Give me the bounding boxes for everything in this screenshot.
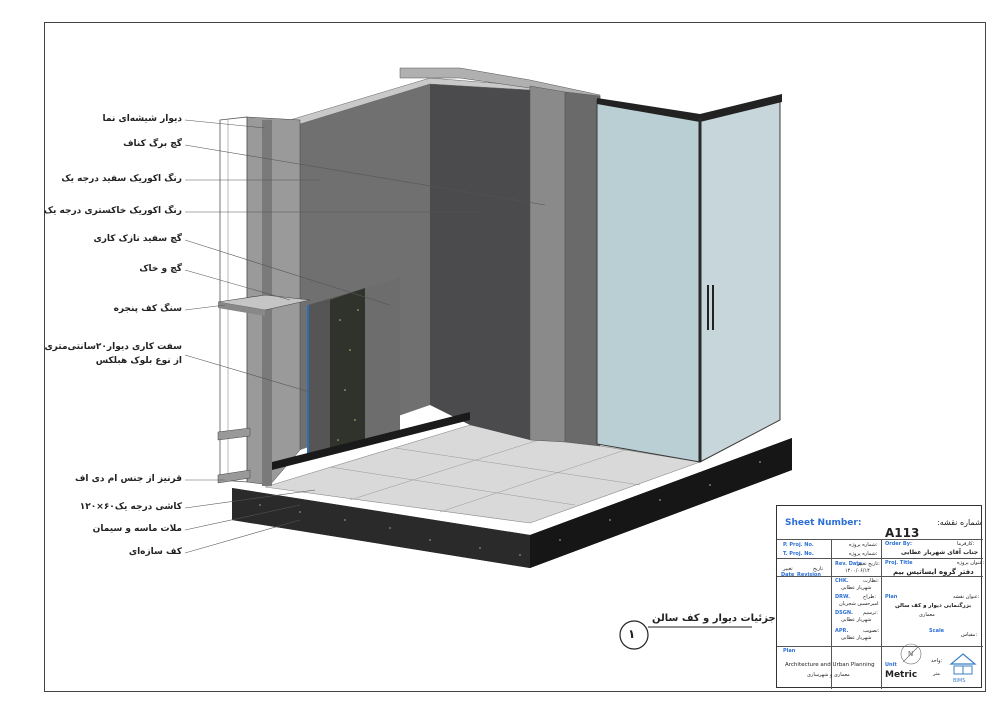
plan-title: بزرگنمایی دیوار و کف سالن	[895, 603, 972, 609]
unit-fa: واحد:	[931, 658, 943, 664]
chk-name: شهریار عطایی	[841, 585, 872, 591]
sheet-number-value: A113	[885, 526, 920, 540]
dsgn-fa: ترسیم:	[863, 610, 878, 616]
callout-grey-paint: رنگ اکوریک خاکستری درجه یک	[43, 206, 182, 216]
callout-block-wall: سفت کاری دیوار۲۰سانتی‌متری	[44, 342, 182, 352]
p-proj-no-label: P. Proj. No.	[783, 542, 814, 548]
north-arrow-icon: N	[900, 643, 922, 665]
date-label: Date	[781, 572, 795, 578]
proj-title-label: Proj. Title	[885, 560, 913, 566]
callout-mdf-baseboard: قرنیز از جنس ام دی اف	[74, 474, 182, 484]
plan-label-2: Plan	[783, 648, 796, 654]
sheet-number-label: Sheet Number:	[785, 518, 862, 528]
order-by-label: Order By:	[885, 541, 912, 547]
dsgn-label: DSGN.	[835, 610, 853, 616]
unit-fa-2: متر	[933, 671, 940, 677]
callout-window-sill: سنگ کف پنجره	[113, 304, 182, 314]
callout-knauf-board: گچ برگ کناف	[123, 139, 182, 149]
client-name: جناب آقای شهریار عطایی	[901, 549, 979, 556]
proj-title: دفتر گروه ایساتیس بیم	[893, 568, 974, 576]
sheet-number-fa: شماره نقشه:	[937, 518, 982, 527]
unit-value: Metric	[885, 670, 918, 680]
scale-label: Scale	[929, 628, 945, 634]
callout-glass-facade: دیوار شیشه‌ای نما	[102, 114, 182, 124]
discipline: معماری	[919, 612, 935, 618]
t-proj-no-label: T. Proj. No.	[783, 551, 814, 557]
drw-label: DRW.	[835, 594, 851, 600]
t-proj-no-fa: شماره پروژه:	[849, 551, 878, 557]
order-by-fa: کارفرما:	[957, 541, 975, 547]
date-fa: تاریخ	[813, 566, 823, 572]
title-block: Sheet Number: شماره نقشه: A113 P. Proj. …	[776, 505, 985, 689]
callout-plaster-soil: گچ و خاک	[139, 264, 182, 274]
p-proj-no-fa: شماره پروژه:	[849, 542, 878, 548]
dsgn-name: شهریار عطایی	[841, 617, 872, 623]
drawing-sheet: دیوار شیشه‌ای نما گچ برگ کناف رنگ اکوریک…	[0, 0, 1000, 707]
view-title: جزئیات دیوار و کف سالن	[652, 613, 776, 624]
rev-date: ۱۴۰۰/۰۶/۱۴	[845, 568, 870, 574]
logo-text: BIMS	[953, 678, 966, 684]
apr-name: شهریار عطایی	[841, 635, 872, 641]
apr-fa: تصویب:	[863, 628, 880, 634]
rev-date-fa: تاریخ تغییر:	[857, 561, 880, 567]
drw-fa: طراح:	[863, 594, 877, 600]
chk-label: CHK.	[835, 578, 849, 584]
callout-mortar: ملات ماسه و سیمان	[92, 524, 182, 534]
proj-title-fa: عنوان پروژه:	[957, 560, 985, 566]
chk-fa: نظارت:	[863, 578, 879, 584]
callout-floor-tile: کاشی درجه یک۶۰×۱۲۰	[79, 502, 182, 512]
drw-name: امیرحسین شجریان	[839, 601, 879, 607]
view-number: ۱	[628, 627, 636, 641]
apr-label: APR.	[835, 628, 849, 634]
plan-title-fa: عنوان نقشه:	[953, 594, 980, 600]
plan-label: Plan	[885, 594, 898, 600]
revision-fa: تغییر	[783, 566, 793, 572]
office-fa: معماری و شهرسازی	[807, 672, 850, 678]
callout-white-plaster: گچ سفید نازک کاری	[93, 234, 182, 244]
scale-fa: مقیاس:	[961, 632, 978, 638]
unit-label: Unit	[885, 662, 897, 668]
svg-text:N: N	[908, 650, 913, 658]
callout-structural-floor: کف سازه‌ای	[128, 547, 182, 557]
office-en: Architecture and Urban Planning	[785, 662, 875, 668]
callout-white-paint: رنگ اکوریک سفید درجه یک	[61, 174, 182, 184]
callout-block-wall-type: از نوع بلوک هبلکس	[95, 356, 182, 366]
revision-label: Revision	[797, 572, 821, 578]
